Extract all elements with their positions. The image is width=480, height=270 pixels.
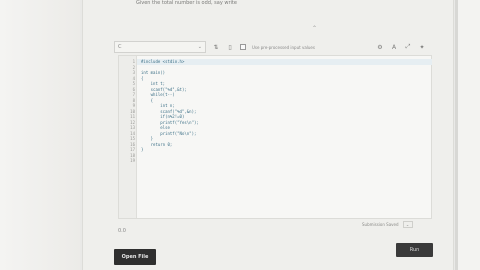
- open-file-button[interactable]: Open File: [114, 249, 156, 265]
- code-editor[interactable]: 1 #include <stdio.h> 2 3 int main() 4{5 int t…: [118, 55, 432, 219]
- chevron-down-icon: ⌄: [197, 44, 202, 50]
- fullscreen-icon[interactable]: ⤢: [404, 43, 412, 51]
- settings-icon[interactable]: ⚙: [376, 44, 384, 51]
- status-row: Submission Saved ⌄: [362, 221, 413, 228]
- status-label: Submission Saved: [362, 222, 399, 227]
- code-text[interactable]: #include <stdio.h>: [141, 59, 184, 65]
- right-divider: [455, 0, 458, 270]
- right-background: [456, 0, 480, 270]
- code-text[interactable]: }: [141, 147, 143, 153]
- font-icon[interactable]: A: [390, 44, 398, 51]
- code-text[interactable]: return 0;: [141, 142, 173, 148]
- code-text[interactable]: int main(): [141, 70, 165, 76]
- collapse-caret-icon[interactable]: ⌃: [312, 25, 317, 32]
- language-select[interactable]: C ⌄: [114, 41, 206, 53]
- line-number: 19: [130, 158, 135, 163]
- run-button[interactable]: Run: [396, 243, 433, 257]
- preprocessed-checkbox[interactable]: [240, 44, 246, 50]
- editor-toolbar: C ⌄ ⇅ ▯ Use pre-processed input values ⚙…: [114, 38, 426, 56]
- status-dropdown[interactable]: ⌄: [402, 221, 413, 228]
- swap-icon[interactable]: ⇅: [212, 44, 220, 51]
- checkbox-label: Use pre-processed input values: [252, 44, 315, 50]
- version-text: 0.0: [118, 228, 126, 234]
- gear-icon[interactable]: ✦: [418, 44, 426, 51]
- language-value: C: [118, 44, 122, 50]
- info-icon[interactable]: ▯: [226, 44, 234, 51]
- left-background: [0, 0, 80, 270]
- problem-statement: Given the total number is odd, say write: [136, 0, 237, 6]
